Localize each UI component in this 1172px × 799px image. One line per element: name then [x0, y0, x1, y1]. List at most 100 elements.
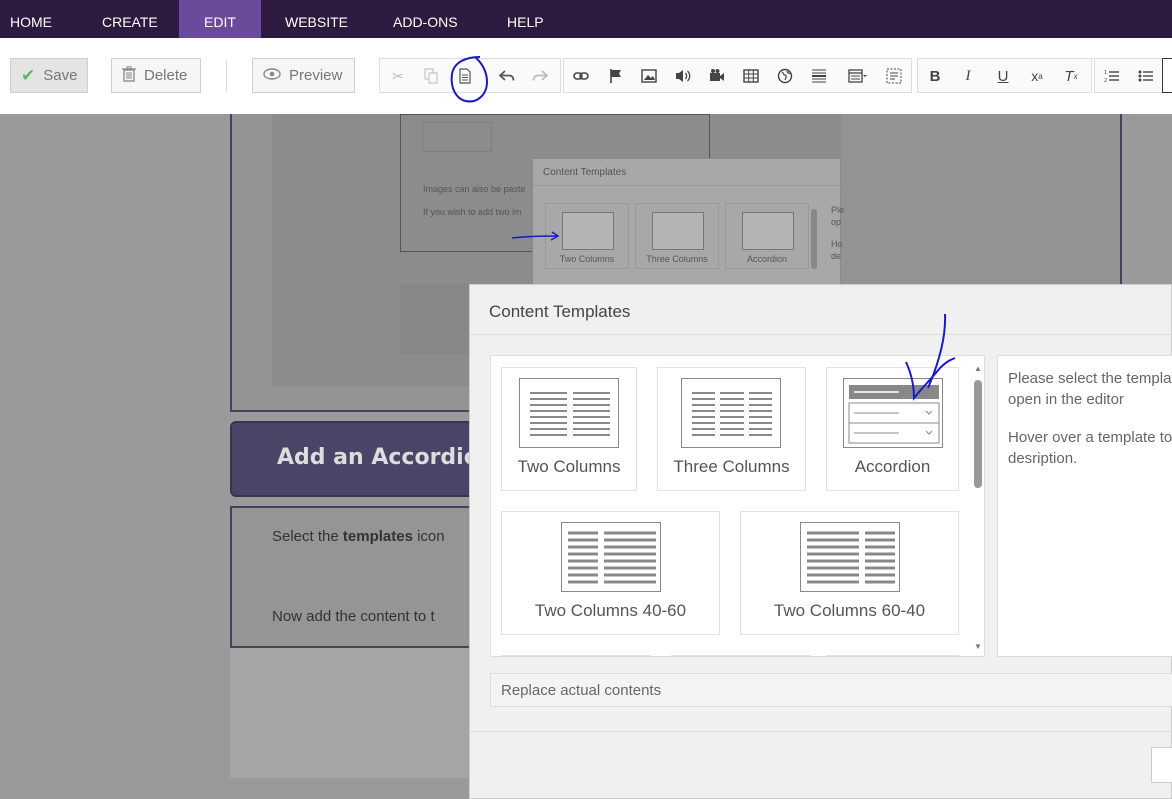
template-next-row[interactable] — [501, 655, 651, 656]
embedded-side-2: op — [831, 217, 842, 227]
svg-text:1: 1 — [1104, 70, 1107, 76]
embedded-card-accordion: Accordion — [725, 203, 809, 269]
add-accordion-button[interactable]: Add an Accordion — [230, 421, 495, 497]
template-list-scrollbar[interactable]: ▲ ▼ — [973, 364, 983, 652]
cut-icon[interactable]: ✂ — [388, 66, 408, 86]
preview-label: Preview — [289, 67, 343, 84]
scroll-down-icon[interactable]: ▼ — [974, 642, 982, 651]
instruction-post: icon — [412, 528, 445, 545]
template-accordion[interactable]: Accordion — [826, 367, 959, 491]
delete-label: Delete — [144, 67, 188, 84]
template-two-columns-60-40[interactable]: Two Columns 60-40 — [740, 511, 959, 635]
italic-icon[interactable]: I — [958, 66, 978, 86]
trash-icon — [122, 65, 136, 86]
three-columns-icon — [681, 378, 781, 448]
horizontal-rule-icon[interactable] — [809, 66, 829, 86]
embedded-card-caption: Accordion — [746, 254, 788, 264]
replace-contents-checkbox[interactable]: Replace actual contents — [490, 673, 1172, 707]
video-icon[interactable] — [707, 66, 727, 86]
embedded-card-caption: Three Columns — [646, 254, 708, 264]
description-line-3: Hover over a template to — [1008, 429, 1172, 446]
embedded-dialog: Content Templates Two Columns Three Colu… — [532, 158, 845, 286]
instruction-line-2: Now add the content to t — [272, 608, 435, 625]
select-all-icon[interactable] — [884, 66, 904, 86]
bullet-list-icon[interactable] — [1136, 66, 1156, 86]
copy-icon[interactable] — [421, 66, 441, 86]
instruction-pre: Select the — [272, 528, 343, 545]
block-icon[interactable] — [847, 66, 869, 86]
two-columns-thumb-icon — [562, 212, 614, 250]
template-list: Two Columns Three Columns Accordion Two … — [490, 355, 985, 657]
nav-edit[interactable]: EDIT — [179, 0, 261, 38]
redo-icon[interactable] — [530, 66, 550, 86]
table-icon[interactable] — [741, 66, 761, 86]
delete-button[interactable]: Delete — [111, 58, 201, 93]
two-columns-60-40-icon — [800, 522, 900, 592]
accordion-icon — [843, 378, 943, 448]
template-description-panel: Please select the templat open in the ed… — [997, 355, 1172, 657]
check-icon: ✔ — [21, 65, 36, 85]
eye-icon — [263, 67, 281, 84]
toolbar-overflow-box[interactable] — [1162, 58, 1172, 93]
embedded-note — [422, 122, 492, 152]
embedded-side-3: Ho — [831, 239, 843, 249]
scroll-up-icon[interactable]: ▲ — [974, 364, 982, 373]
template-caption: Two Columns — [517, 457, 621, 476]
link-icon[interactable] — [571, 66, 591, 86]
preview-button[interactable]: Preview — [252, 58, 355, 93]
editor-strip — [230, 648, 470, 778]
accordion-thumb-icon — [742, 212, 794, 250]
template-next-row[interactable] — [826, 655, 959, 656]
flag-icon[interactable] — [606, 66, 626, 86]
embedded-side-4: de — [831, 251, 842, 261]
embedded-card-three-columns: Three Columns — [635, 203, 719, 269]
dialog-header-divider — [470, 334, 1172, 335]
nav-create[interactable]: CREATE — [79, 0, 179, 38]
template-next-row[interactable] — [671, 655, 811, 656]
dialog-action-button[interactable] — [1151, 747, 1172, 783]
globe-icon[interactable] — [775, 66, 795, 86]
nav-home[interactable]: HOME — [0, 0, 79, 38]
description-line-1: Please select the templat — [1008, 370, 1172, 387]
embedded-card-two-columns: Two Columns — [545, 203, 629, 269]
underline-icon[interactable]: U — [993, 66, 1013, 86]
nav-addons[interactable]: ADD-ONS — [367, 0, 480, 38]
three-columns-thumb-icon — [652, 212, 704, 250]
templates-icon[interactable] — [455, 66, 475, 86]
nav-website[interactable]: WEBSITE — [261, 0, 367, 38]
template-three-columns[interactable]: Three Columns — [657, 367, 806, 491]
content-templates-dialog: Content Templates Two Columns Three Colu… — [469, 284, 1172, 799]
dialog-footer-divider — [470, 731, 1172, 732]
template-caption: Two Columns 40-60 — [534, 601, 687, 620]
scrollbar-thumb[interactable] — [974, 380, 982, 488]
two-columns-40-60-icon — [561, 522, 661, 592]
description-line-4: desription. — [1008, 450, 1078, 467]
editor-toolbar: ✔ Save Delete Preview ✂ B I U x a T x 1 … — [0, 38, 1172, 114]
image-icon[interactable] — [639, 66, 659, 86]
save-button[interactable]: ✔ Save — [10, 58, 88, 93]
embedded-side-1: Ple — [831, 205, 845, 215]
description-line-2: open in the editor — [1008, 391, 1124, 408]
embedded-text-2: If you wish to add two im — [423, 207, 522, 217]
audio-icon[interactable] — [673, 66, 693, 86]
superscript-icon[interactable]: xa — [1027, 66, 1047, 86]
instruction-line-1: Select the templates icon — [272, 528, 445, 545]
remove-format-icon[interactable]: Tx — [1061, 66, 1081, 86]
replace-contents-label: Replace actual contents — [501, 682, 662, 699]
embedded-dialog-divider — [533, 185, 842, 186]
two-columns-icon — [519, 378, 619, 448]
save-label: Save — [43, 67, 78, 84]
template-caption: Two Columns 60-40 — [773, 601, 926, 620]
numbered-list-icon[interactable]: 12 — [1102, 66, 1122, 86]
template-two-columns[interactable]: Two Columns — [501, 367, 637, 491]
embedded-card-caption: Two Columns — [559, 254, 615, 264]
template-caption: Three Columns — [673, 457, 790, 476]
dialog-title: Content Templates — [489, 302, 631, 321]
template-caption: Accordion — [854, 457, 931, 476]
bold-icon[interactable]: B — [925, 66, 945, 86]
toolbar-divider — [226, 60, 227, 92]
nav-help[interactable]: HELP — [480, 0, 560, 38]
embedded-dialog-title: Content Templates — [543, 167, 627, 178]
template-two-columns-40-60[interactable]: Two Columns 40-60 — [501, 511, 720, 635]
undo-icon[interactable] — [497, 66, 517, 86]
